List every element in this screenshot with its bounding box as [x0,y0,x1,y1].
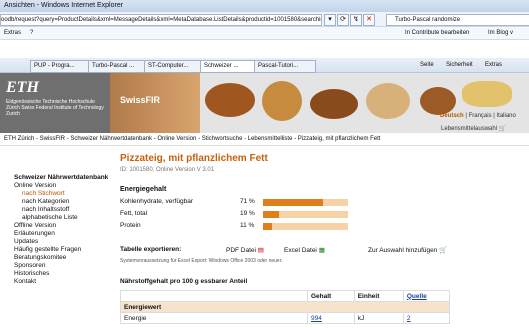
nutrient-name-cell: Energie [120,312,308,324]
column-header-gehalt: Gehalt [307,290,355,302]
lebensmittelauswahl-link[interactable]: Lebensmittelauswahl 🛒 [441,125,506,132]
lang-italiano[interactable]: Italiano [497,113,516,119]
pdf-export-label: PDF Datei [226,247,256,254]
bread-image [420,87,456,115]
category-label: Energiewert [120,301,450,313]
table-category-row: Energiewert [120,301,450,313]
ie-search-input[interactable]: Turbo-Pascal randomize [386,14,529,26]
header-banner: ETH Eidgenössische Technische Hochschule… [0,73,529,133]
sidebar: Schweizer Nährwertdatenbank Online Versi… [14,174,112,286]
lang-francais[interactable]: Français [469,113,492,119]
add-to-selection-label: Zur Auswahl hinzufügen [368,247,438,254]
menubar: Extras ? In Contribute bearbeiten Im Blo… [0,27,529,40]
excel-export-link[interactable]: Excel Datei ▦ [284,246,325,254]
tab-turbo-pascal[interactable]: Turbo-Pascal ... [88,60,148,73]
nutrient-source-cell[interactable]: 2 [402,312,451,324]
bread-image [366,83,410,119]
table-header-row: Gehalt Einheit Quelle [120,290,451,302]
sidebar-item-nach-kategorien[interactable]: nach Kategorien [14,198,112,206]
sidebar-item-faq[interactable]: Häufig gestellte Fragen [14,246,112,254]
nutrient-bar-fill [263,211,280,218]
eth-subtitle: Eidgenössische Technische Hochschule Zür… [6,99,104,117]
nutrient-bar-fill [263,199,324,206]
column-header-einheit: Einheit [353,290,404,302]
nutrient-table-heading: Nährstoffgehalt pro 100 g essbarer Antei… [120,278,248,285]
sidebar-item-beratungskomitee[interactable]: Beratungskomitee [14,254,112,262]
export-label: Tabelle exportieren: [120,246,182,253]
toolbar-gap [0,40,529,58]
nutrient-table: Gehalt Einheit Quelle Energiewert Energi… [120,290,451,324]
system-requirements-note: Systemvoraussetzung für Excel Export: Wi… [120,258,283,264]
nutrient-percent: 19 % [240,210,255,217]
excel-export-label: Excel Datei [284,247,317,254]
breadcrumb: ETH Zürich - SwissFIR - Schweizer Nährwe… [0,134,529,146]
nutrient-percent: 11 % [240,222,255,229]
eth-logo-panel: ETH Eidgenössische Technische Hochschule… [0,73,110,133]
page-title: Pizzateig, mit pflanzlichem Fett [120,153,268,164]
bread-image [262,81,302,121]
nutrient-label: Protein [120,222,141,229]
nutrient-bar [263,199,348,206]
contribute-button[interactable]: In Contribute bearbeiten [405,27,469,39]
window-titlebar: Ansichten - Windows Internet Explorer [0,0,529,12]
sidebar-item-updates[interactable]: Updates [14,238,112,246]
nutrient-label: Kohlenhydrate, verfügbar [120,198,193,205]
lang-deutsch[interactable]: Deutsch [440,113,464,119]
tab-st-computer[interactable]: ST-Computer... [144,60,204,73]
menu-item-help[interactable]: ? [30,27,33,39]
sidebar-title: Schweizer Nährwertdatenbank [14,174,109,181]
column-header [120,290,308,302]
tab-pascal-tutorial[interactable]: Pascal-Tutori... [254,60,316,73]
swissfir-logo: SwissFIR [120,95,161,105]
menu-item-extras[interactable]: Extras [4,27,21,39]
nutrient-label: Fett, total [120,210,148,217]
excel-icon: ▦ [318,247,325,254]
blog-button[interactable]: Im Blog v [488,27,513,39]
quelle-link[interactable]: Quelle [407,293,427,300]
cart-icon: 🛒 [439,247,448,254]
pdf-icon: ▤ [257,247,264,254]
energy-heading: Energiegehalt [120,186,167,193]
pdf-export-link[interactable]: PDF Datei ▤ [226,246,264,254]
language-switcher: Deutsch | Français | Italiano [440,113,516,119]
sidebar-item-historisches[interactable]: Historisches [14,270,112,278]
eth-logo[interactable]: ETH [6,79,39,97]
nutrient-percent: 71 % [240,198,255,205]
nutrient-unit-cell: kJ [353,312,404,324]
sidebar-item-nach-stichwort[interactable]: nach Stichwort [14,190,112,198]
tab-pup[interactable]: PUP - Progra... [30,60,92,73]
sidebar-item-alphabetische-liste[interactable]: alphabetische Liste [14,214,112,222]
go-icon[interactable]: ↯ [350,14,362,26]
tab-schweizer[interactable]: Schweizer ... [200,60,258,73]
bread-image [205,83,255,117]
bread-image [310,89,358,119]
cart-icon: 🛒 [498,126,507,132]
nutrient-value-link[interactable]: 994 [311,315,322,322]
nutrient-source-link[interactable]: 2 [407,315,411,322]
nutrient-bar [263,211,348,218]
lebensmittelauswahl-label: Lebensmittelauswahl [441,126,498,132]
banana-image [462,81,512,107]
nutrient-bar-fill [263,223,273,230]
sidebar-item-sponsoren[interactable]: Sponsoren [14,262,112,270]
refresh-icon[interactable]: ⟳ [337,14,349,26]
dropdown-icon[interactable]: ▾ [324,14,336,26]
sidebar-item-nach-inhaltsstoff[interactable]: nach Inhaltsstoff [14,206,112,214]
column-header-quelle[interactable]: Quelle [402,290,451,302]
sidebar-item-erlaeuterungen[interactable]: Erläuterungen [14,230,112,238]
nutrient-value-cell[interactable]: 994 [307,312,355,324]
nutrient-bar [263,223,348,230]
product-id: ID: 1001580, Online Version V 3.01 [120,167,215,173]
stop-icon[interactable]: ✕ [363,14,375,26]
sidebar-item-online-version[interactable]: Online Version [14,182,112,190]
window-title: Ansichten - Windows Internet Explorer [4,2,124,9]
add-to-selection-link[interactable]: Zur Auswahl hinzufügen 🛒 [368,246,447,254]
url-field[interactable]: oodb/request?query=ProductDetails&xml=Me… [0,14,322,26]
table-row: Energie 994 kJ 2 [120,312,451,324]
sidebar-item-offline-version[interactable]: Offline Version [14,222,112,230]
sidebar-item-kontakt[interactable]: Kontakt [14,278,112,286]
